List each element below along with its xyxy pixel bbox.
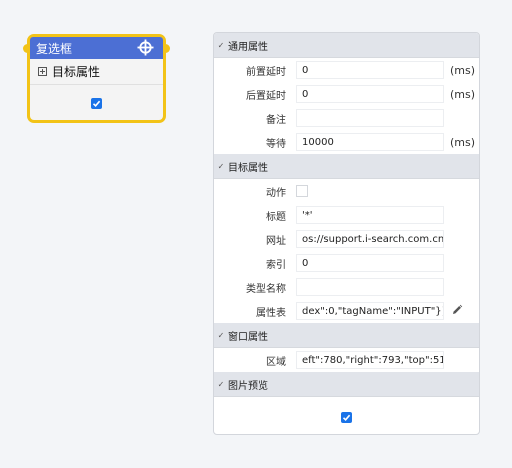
image-preview-area [214,397,479,434]
wait-input[interactable]: 10000 [296,133,444,151]
type-name-input[interactable] [296,278,444,296]
row-region: 区域 eft":780,"right":793,"top":514} [214,348,479,372]
section-title: 通用属性 [228,41,268,53]
field-label: 网址 [266,235,286,247]
node-header[interactable]: 复选框 [30,37,163,59]
field-label: 索引 [266,259,286,271]
field-label: 标题 [266,211,286,223]
field-label: 前置延时 [246,66,286,78]
field-label: 属性表 [256,307,286,319]
post-delay-input[interactable]: 0 [296,85,444,103]
row-attribute-table: 属性表 dex":0,"tagName":"INPUT"}}]} [214,299,479,323]
expand-plus-icon[interactable] [38,67,47,76]
unit-label: (ms) [450,63,476,77]
field-label: 动作 [266,187,286,199]
row-url: 网址 os://support.i-search.com.cn*' [214,227,479,251]
edit-pencil-icon[interactable] [451,304,463,316]
section-title: 窗口属性 [228,331,268,343]
node-checkbox[interactable] [91,97,102,109]
section-title: 图片预览 [228,380,268,392]
field-label: 类型名称 [246,283,286,295]
unit-label: (ms) [450,135,476,149]
attribute-table-input[interactable]: dex":0,"tagName":"INPUT"}}]} [296,302,444,320]
row-note: 备注 [214,106,479,130]
url-input[interactable]: os://support.i-search.com.cn*' [296,230,444,248]
checkbox-node[interactable]: 复选框 目标属性 [23,34,170,123]
row-index: 索引 0 [214,251,479,275]
section-window[interactable]: ✓ 窗口属性 [214,323,479,348]
section-preview[interactable]: ✓ 图片预览 [214,372,479,397]
section-general[interactable]: ✓ 通用属性 [214,33,479,58]
field-label: 等待 [266,138,286,150]
row-title: 标题 '*' [214,203,479,227]
property-panel: ✓ 通用属性 前置延时 0 (ms) 后置延时 0 (ms) 备注 等待 100… [213,32,480,435]
checkmark-icon [342,414,351,421]
section-target[interactable]: ✓ 目标属性 [214,154,479,179]
node-tree-item-target[interactable]: 目标属性 [30,59,163,85]
field-label: 区域 [266,356,286,368]
region-input[interactable]: eft":780,"right":793,"top":514} [296,351,444,369]
unit-label: (ms) [450,87,476,101]
preview-checkbox-image [341,411,352,423]
node-title: 复选框 [36,41,73,56]
crosshair-target-icon[interactable] [137,39,154,56]
collapse-caret-icon[interactable]: ✓ [214,331,228,340]
collapse-caret-icon[interactable]: ✓ [214,162,228,171]
title-input[interactable]: '*' [296,206,444,224]
field-label: 备注 [266,114,286,126]
node-tree-label: 目标属性 [52,65,101,79]
row-post-delay: 后置延时 0 (ms) [214,82,479,106]
action-checkbox[interactable] [296,185,308,197]
note-input[interactable] [296,109,444,127]
collapse-caret-icon[interactable]: ✓ [214,41,228,50]
pre-delay-input[interactable]: 0 [296,61,444,79]
field-label: 后置延时 [246,90,286,102]
row-pre-delay: 前置延时 0 (ms) [214,58,479,82]
checkmark-icon [92,100,101,107]
section-title: 目标属性 [228,162,268,174]
row-wait: 等待 10000 (ms) [214,130,479,154]
index-input[interactable]: 0 [296,254,444,272]
collapse-caret-icon[interactable]: ✓ [214,380,228,389]
row-action: 动作 [214,179,479,203]
row-type-name: 类型名称 [214,275,479,299]
